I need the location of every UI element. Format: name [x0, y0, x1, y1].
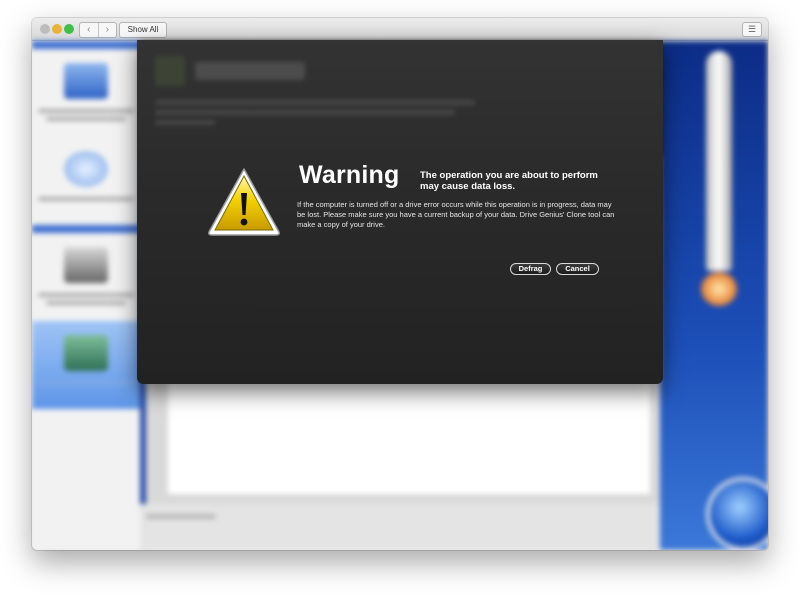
minimize-window-button[interactable]	[52, 24, 62, 34]
status-text	[146, 514, 216, 519]
defragment-icon	[155, 56, 185, 86]
blurred-sheet-header	[149, 50, 651, 140]
dialog-title: Warning	[299, 161, 400, 189]
cancel-button[interactable]: Cancel	[556, 263, 599, 275]
star-icon	[64, 151, 108, 187]
sidebar-section-header	[32, 41, 140, 49]
blurred-line	[155, 120, 215, 125]
rocket-icon	[706, 51, 732, 271]
defrag-button[interactable]: Defrag	[510, 263, 551, 275]
sidebar	[32, 41, 141, 550]
hard-drive-icon	[64, 247, 108, 283]
sidebar-item-sublabel	[46, 301, 126, 305]
sidebar-section-header	[32, 225, 140, 233]
nav-buttons: ‹ ›	[79, 22, 117, 38]
blurred-line	[155, 110, 455, 115]
zoom-window-button[interactable]	[64, 24, 74, 34]
sidebar-item[interactable]	[32, 233, 140, 321]
sidebar-item-label	[38, 109, 134, 113]
status-bar	[140, 504, 660, 550]
start-orb-button[interactable]	[710, 481, 768, 547]
forward-button[interactable]: ›	[97, 23, 117, 37]
blurred-line	[155, 100, 475, 105]
show-all-button[interactable]: Show All	[119, 22, 167, 38]
sidebar-item-selected[interactable]	[32, 321, 140, 409]
defrag-tool-icon	[64, 335, 108, 371]
warning-icon	[208, 168, 280, 236]
sidebar-item-label	[38, 197, 134, 201]
dialog-message: If the computer is turned off or a drive…	[297, 200, 615, 229]
dialog-subtitle: The operation you are about to perform m…	[420, 170, 598, 192]
blurred-title	[195, 62, 305, 80]
sidebar-item-label	[38, 381, 134, 385]
decorative-side-panel	[660, 41, 768, 550]
close-window-button[interactable]	[40, 24, 50, 34]
sidebar-item-sublabel	[46, 117, 126, 121]
title-bar: ‹ › Show All ☰	[32, 18, 768, 41]
monitor-icon	[64, 63, 108, 99]
sidebar-item[interactable]	[32, 49, 140, 137]
sidebar-item-label	[38, 293, 134, 297]
flame-icon	[700, 271, 738, 307]
sidebar-item[interactable]	[32, 137, 140, 225]
list-view-button[interactable]: ☰	[742, 22, 762, 37]
back-button[interactable]: ‹	[80, 23, 98, 37]
